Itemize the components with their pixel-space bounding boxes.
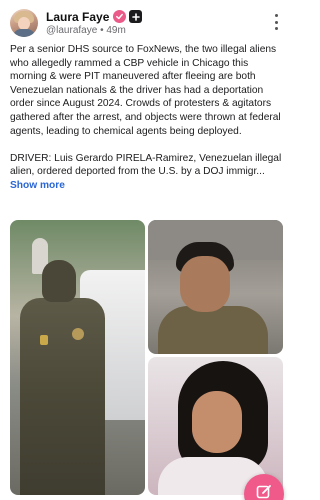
media-image-driver[interactable] bbox=[148, 220, 283, 354]
more-dot bbox=[274, 14, 278, 17]
post-body: Per a senior DHS source to FoxNews, the … bbox=[10, 43, 283, 193]
post-paragraph-2-text: DRIVER: Luis Gerardo PIRELA-Ramirez, Ven… bbox=[10, 152, 282, 178]
more-dot bbox=[274, 27, 278, 30]
author-meta: @laurafaye • 49m bbox=[46, 25, 126, 36]
photo-officer-body bbox=[20, 298, 105, 495]
photo-officer-badge bbox=[40, 335, 48, 345]
more-vertical-icon[interactable] bbox=[273, 14, 279, 30]
post-paragraph-2: DRIVER: Luis Gerardo PIRELA-Ramirez, Ven… bbox=[10, 152, 283, 193]
photo-officer-patch bbox=[72, 328, 84, 340]
photo-officer-head bbox=[42, 260, 76, 302]
media-image-officer[interactable] bbox=[10, 220, 145, 495]
photo-driver-body bbox=[158, 306, 268, 354]
compose-icon bbox=[255, 483, 273, 500]
post-paragraph-1: Per a senior DHS source to FoxNews, the … bbox=[10, 44, 281, 137]
post-header: Laura Faye @laurafaye • 49m bbox=[10, 8, 283, 38]
show-more-link[interactable]: Show more bbox=[10, 180, 65, 191]
meta-separator: • bbox=[100, 25, 104, 36]
author-display-name[interactable]: Laura Faye bbox=[46, 10, 109, 24]
avatar[interactable] bbox=[10, 9, 38, 37]
plus-icon[interactable] bbox=[129, 10, 143, 23]
photo-passenger-face bbox=[192, 391, 242, 453]
verified-badge-icon bbox=[113, 10, 127, 23]
photo-driver-face bbox=[180, 256, 230, 312]
more-dot bbox=[274, 20, 278, 24]
post-card: Laura Faye @laurafaye • 49m Per a senior… bbox=[0, 0, 293, 500]
author-handle[interactable]: @laurafaye bbox=[46, 25, 97, 36]
media-grid bbox=[10, 220, 283, 495]
author-name-row: Laura Faye bbox=[46, 9, 143, 24]
post-time: 49m bbox=[106, 25, 126, 36]
avatar-shirt bbox=[13, 29, 35, 37]
